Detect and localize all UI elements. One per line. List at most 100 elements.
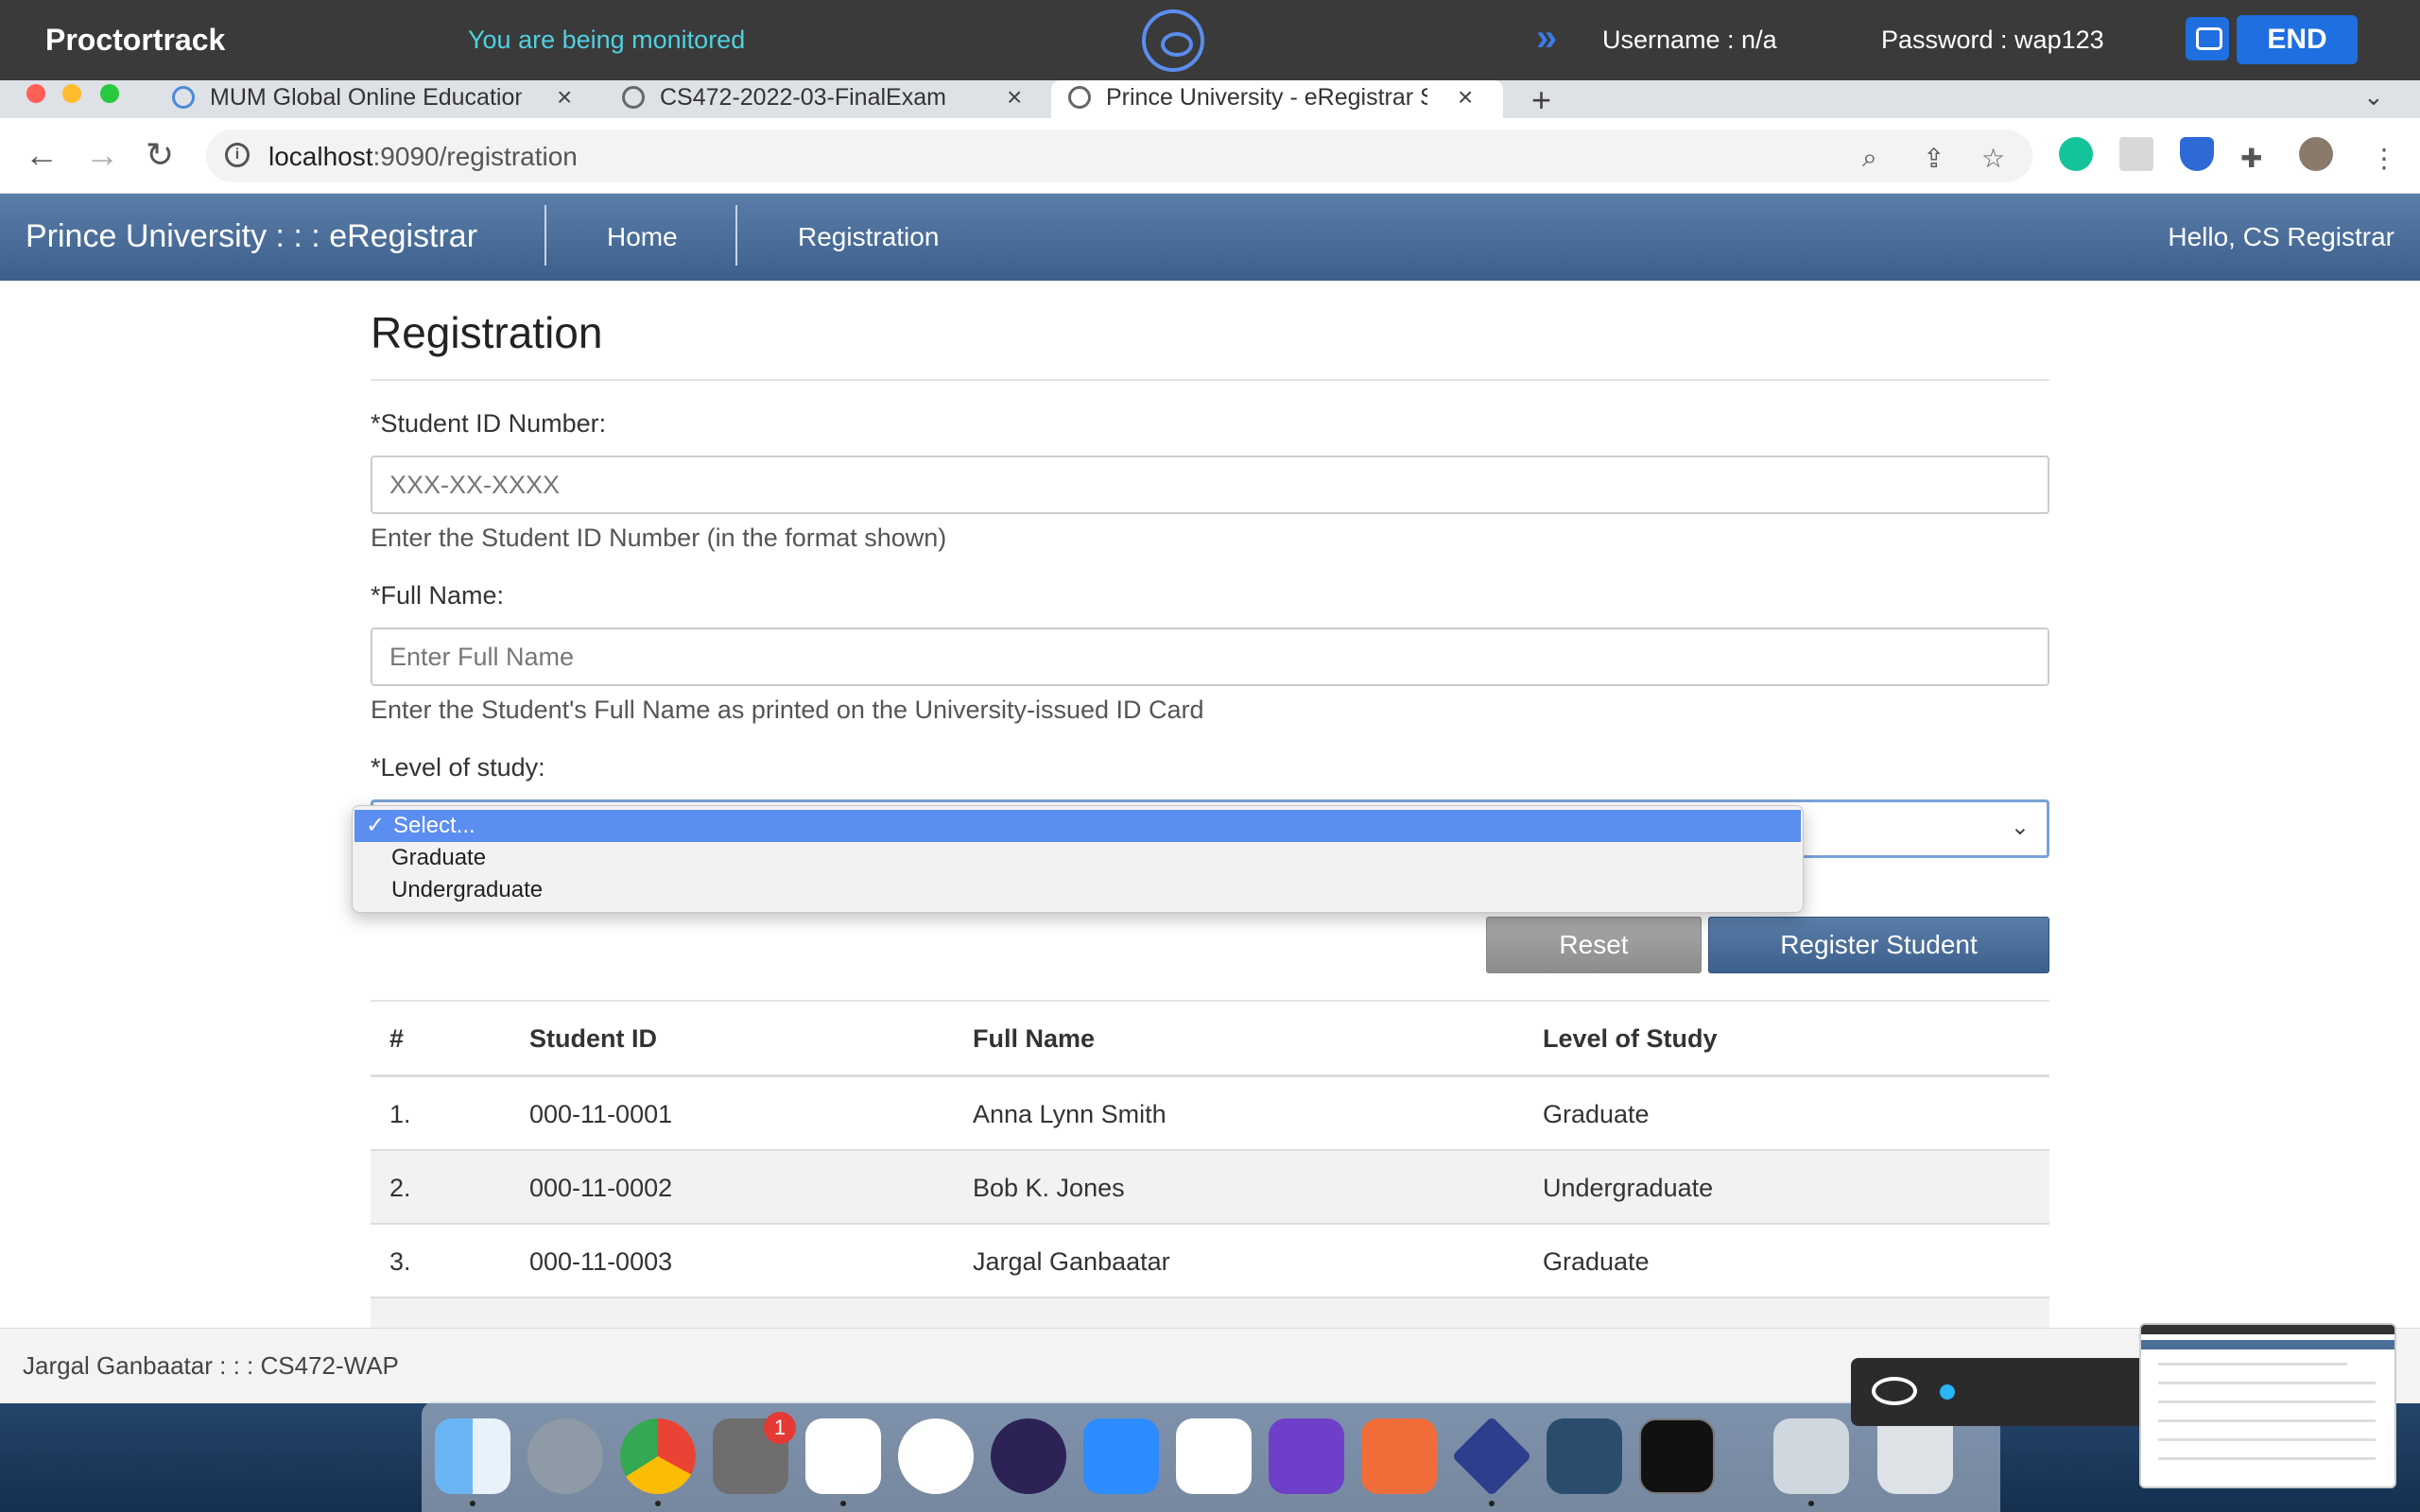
extension-icon[interactable]	[2119, 137, 2153, 171]
avatar[interactable]	[2299, 137, 2333, 171]
student-id-label: *Student ID Number:	[371, 409, 607, 438]
row-level: Undergraduate	[1543, 1174, 1714, 1202]
option-undergraduate[interactable]: Undergraduate	[353, 874, 1803, 906]
close-tab-icon[interactable]: ×	[557, 82, 572, 112]
full-name-input[interactable]	[371, 627, 2049, 686]
vscode-icon[interactable]	[805, 1418, 881, 1494]
thumb-line	[2158, 1457, 2376, 1460]
mysql-workbench-icon[interactable]	[1547, 1418, 1622, 1494]
row-number: 1.	[389, 1100, 411, 1128]
checkmark-icon: ✓	[366, 813, 386, 838]
row-level: Graduate	[1543, 1247, 1650, 1276]
nav-divider	[735, 205, 737, 266]
eregistrar-app: Prince University : : : eRegistrar Home …	[0, 194, 2420, 1328]
new-tab-icon[interactable]: +	[1531, 80, 1551, 120]
eye-icon	[1142, 9, 1204, 72]
option-select[interactable]: ✓ Select...	[354, 810, 1801, 842]
nav-home[interactable]: Home	[607, 222, 678, 252]
finder-icon[interactable]	[435, 1418, 510, 1494]
preview-icon[interactable]	[1773, 1418, 1849, 1494]
running-indicator	[470, 1501, 475, 1506]
window-minimize-button[interactable]	[62, 84, 81, 103]
proctortrack-icon[interactable]	[1451, 1416, 1532, 1497]
bookmark-star-icon[interactable]: ☆	[1981, 143, 2005, 174]
thumb-topbar	[2141, 1325, 2394, 1334]
monitoring-status: You are being monitored	[468, 26, 746, 54]
table-row: 1. 000-11-0001 Anna Lynn Smith Graduate	[371, 1077, 2049, 1151]
terminal-icon[interactable]	[1639, 1418, 1715, 1494]
menu-dots-icon[interactable]: ⋮	[2371, 143, 2397, 174]
table-row: 3. 000-11-0003 Jargal Ganbaatar Graduate	[371, 1225, 2049, 1298]
launchpad-icon[interactable]	[527, 1418, 603, 1494]
reset-button[interactable]: Reset	[1486, 917, 1702, 973]
macos-dock	[422, 1401, 2000, 1512]
chrome-icon[interactable]	[620, 1418, 696, 1494]
share-icon[interactable]: ⇪	[1923, 143, 1945, 174]
window-zoom-button[interactable]	[100, 84, 119, 103]
nav-registration[interactable]: Registration	[798, 222, 939, 252]
chevron-down-icon[interactable]: ⌄	[2363, 82, 2384, 112]
option-graduate[interactable]: Graduate	[353, 842, 1803, 874]
site-info-icon[interactable]: i	[225, 143, 250, 167]
notification-badge: 1	[764, 1412, 796, 1444]
option-label: Select...	[393, 813, 475, 838]
extensions-puzzle-icon[interactable]: ✚	[2240, 143, 2262, 174]
full-name-label: *Full Name:	[371, 581, 505, 610]
tab-mum-global[interactable]: MUM Global Online Education : ×	[155, 80, 590, 118]
student-id-input[interactable]	[371, 455, 2049, 514]
proctortrack-logo: Proctortrack	[45, 23, 226, 57]
url-host: localhost	[268, 142, 373, 171]
app-brand[interactable]: Prince University : : : eRegistrar	[26, 218, 477, 255]
password-label: Password : wap123	[1881, 26, 2104, 54]
tab-label: CS472-2022-03-FinalExam	[660, 84, 946, 111]
tab-eregistrar[interactable]: Prince University - eRegistrar S ×	[1051, 80, 1503, 118]
header-student-id: Student ID	[529, 1024, 657, 1053]
postman-icon[interactable]	[1361, 1418, 1437, 1494]
zoom-icon[interactable]: ⌕	[1862, 143, 1877, 174]
end-session-button[interactable]: END	[2237, 15, 2358, 64]
thumb-line	[2158, 1400, 2376, 1403]
double-chevron-icon[interactable]: »	[1536, 17, 1558, 60]
chat-icon[interactable]	[2186, 17, 2229, 60]
teams-icon[interactable]	[1176, 1418, 1252, 1494]
tab-label: MUM Global Online Education :	[210, 84, 522, 111]
close-tab-icon[interactable]: ×	[1458, 82, 1473, 112]
address-bar[interactable]: i localhost:9090/registration ⌕ ⇪ ☆	[206, 129, 2032, 182]
thumb-line	[2158, 1382, 2376, 1384]
proctortrack-bar: Proctortrack You are being monitored » U…	[0, 0, 2420, 80]
nav-divider	[544, 205, 546, 266]
tab-label: Prince University - eRegistrar S	[1106, 84, 1427, 111]
trash-icon[interactable]	[1877, 1418, 1953, 1494]
eclipse-icon[interactable]	[991, 1418, 1066, 1494]
java-icon	[172, 86, 195, 109]
window-close-button[interactable]	[26, 84, 45, 103]
reload-icon[interactable]: ↻	[146, 135, 174, 175]
shield-icon[interactable]	[2180, 137, 2214, 171]
app-navbar: Prince University : : : eRegistrar Home …	[0, 194, 2420, 281]
screen-preview-thumbnail	[2139, 1323, 2396, 1488]
row-student-id: 000-11-0003	[529, 1247, 673, 1276]
user-greeting: Hello, CS Registrar	[2168, 222, 2394, 251]
forward-icon[interactable]: →	[85, 135, 119, 175]
form-buttons: Reset Register Student	[371, 917, 2049, 992]
header-level: Level of Study	[1543, 1024, 1718, 1053]
table-row	[371, 1298, 2049, 1328]
row-number: 2.	[389, 1174, 411, 1202]
register-student-button[interactable]: Register Student	[1708, 917, 2049, 973]
back-icon[interactable]: ←	[25, 135, 59, 175]
level-of-study-label: *Level of study:	[371, 753, 545, 782]
github-desktop-icon[interactable]	[1269, 1418, 1344, 1494]
globe-icon	[622, 86, 645, 109]
zoom-icon[interactable]	[1083, 1418, 1159, 1494]
tab-final-exam[interactable]: CS472-2022-03-FinalExam ×	[605, 80, 1040, 118]
row-student-id: 000-11-0002	[529, 1174, 673, 1202]
username-label: Username : n/a	[1602, 26, 1777, 54]
row-full-name: Anna Lynn Smith	[973, 1100, 1167, 1128]
grammarly-icon[interactable]	[2059, 137, 2093, 171]
page-title: Registration	[371, 307, 2049, 381]
footer-text: Jargal Ganbaatar : : : CS472-WAP	[23, 1351, 399, 1380]
url-text[interactable]: localhost:9090/registration	[268, 142, 578, 172]
close-tab-icon[interactable]: ×	[1007, 82, 1022, 112]
students-table: # Student ID Full Name Level of Study 1.…	[371, 1000, 2049, 1328]
xcode-icon[interactable]	[898, 1418, 974, 1494]
